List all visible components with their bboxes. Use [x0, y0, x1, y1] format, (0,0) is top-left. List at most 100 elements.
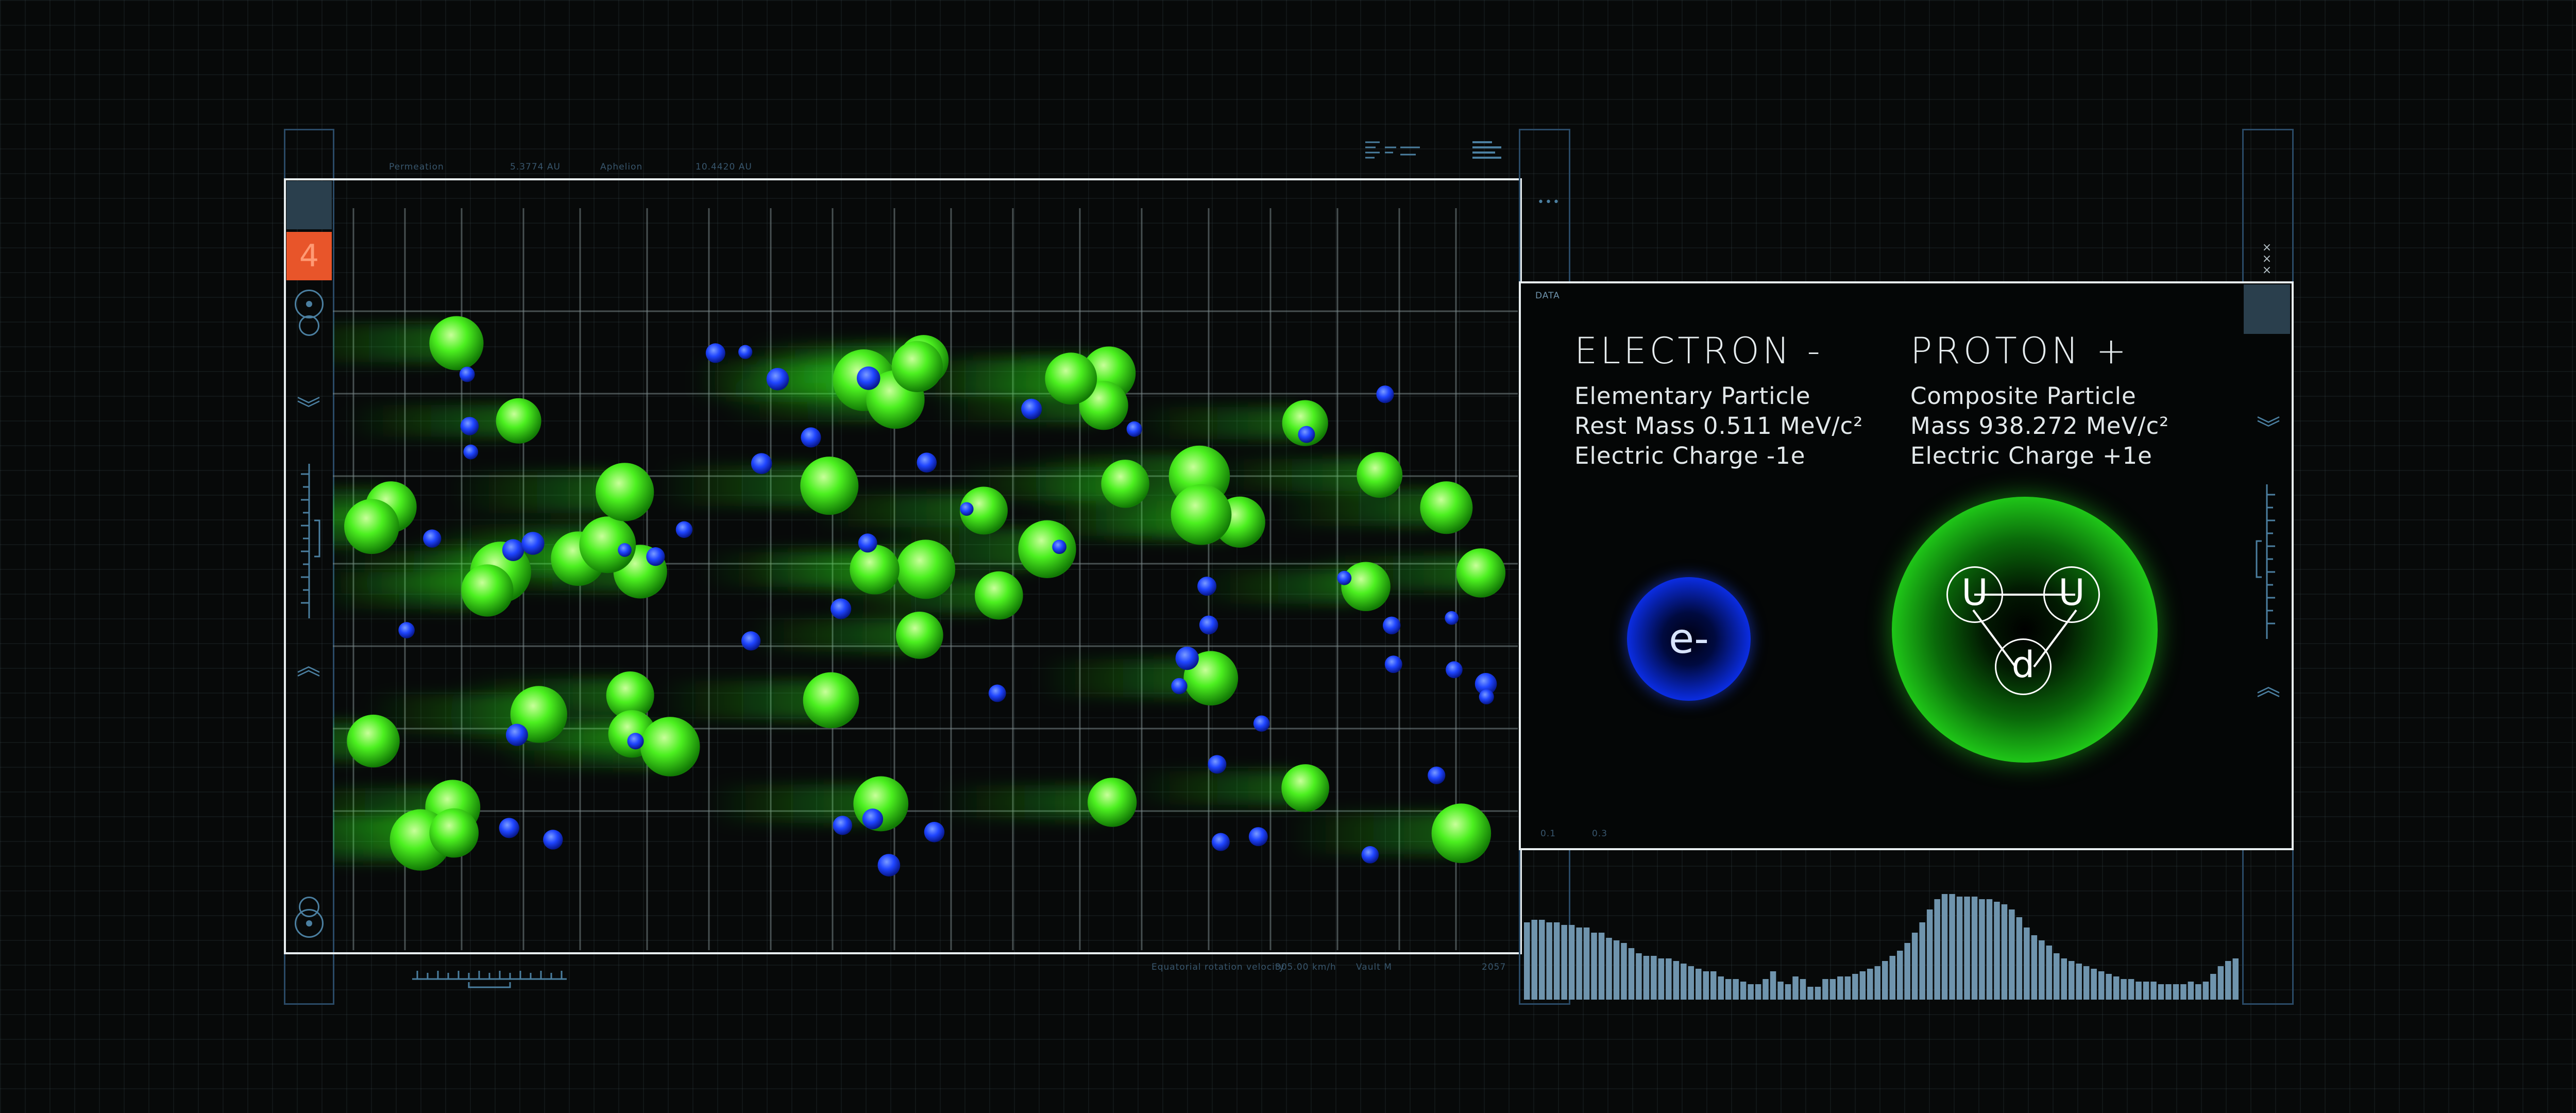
green-particle	[429, 808, 479, 858]
histogram-bar	[1539, 920, 1545, 1000]
histogram-bar	[1733, 979, 1739, 1000]
green-particle	[1341, 562, 1391, 612]
blue-particle	[705, 343, 725, 363]
blue-particle	[502, 539, 524, 561]
histogram-bar	[2128, 979, 2134, 1000]
blue-particle	[1445, 611, 1459, 625]
histogram-bar	[1666, 958, 1672, 1000]
blue-particle	[423, 529, 442, 548]
proton-charge: Electric Charge +1e	[1910, 442, 2153, 469]
histogram-bar	[1926, 909, 1933, 1000]
histogram-bar	[1867, 969, 1873, 1000]
histogram-bar	[1882, 961, 1888, 1000]
histogram-bar	[1792, 976, 1799, 1000]
blue-particle	[618, 543, 632, 557]
blue-particle	[1175, 646, 1199, 670]
green-particle	[1281, 764, 1329, 812]
histogram-bar	[2195, 984, 2201, 1000]
electron-charge: Electric Charge -1e	[1574, 442, 1806, 469]
green-particle	[1088, 778, 1137, 827]
histogram-bar	[2069, 961, 2075, 1000]
close-icon[interactable]: × × ×	[2259, 242, 2275, 276]
green-particle	[596, 463, 654, 521]
histogram-bar	[1934, 899, 1940, 1000]
histogram-bar	[1889, 956, 1895, 1000]
blue-particle	[917, 452, 937, 473]
blue-particle	[741, 631, 761, 651]
green-particle	[1171, 484, 1232, 545]
histogram-bar	[1837, 976, 1843, 1000]
footer-label-velocity: Equatorial rotation velocity	[1151, 962, 1285, 972]
histogram-bar	[2113, 976, 2120, 1000]
histogram-bar	[1568, 925, 1575, 1000]
particle-trail	[1130, 407, 1306, 440]
chevron-down-double-icon[interactable]: ︾	[297, 397, 320, 420]
green-particle	[429, 316, 484, 370]
blue-particle	[766, 367, 789, 391]
quark-up-right: U	[2043, 566, 2100, 623]
green-particle	[896, 539, 956, 599]
histogram-bar	[1643, 956, 1650, 1000]
histogram-bar	[1859, 971, 1866, 1000]
histogram-bar	[1762, 979, 1769, 1000]
histogram-bar	[2210, 974, 2216, 1000]
green-particle	[896, 611, 943, 659]
electron-type: Elementary Particle	[1574, 382, 1811, 410]
histogram-bar	[1844, 976, 1851, 1000]
rail-tab-badge[interactable]: 4	[286, 232, 332, 280]
chevron-up-double-icon[interactable]: ︽	[297, 654, 320, 678]
blue-particle	[398, 622, 415, 638]
activity-histogram	[1524, 894, 2239, 1000]
blue-particle	[1384, 655, 1402, 673]
data-chevron-down-double-icon[interactable]: ︾	[2257, 416, 2280, 440]
blue-particle	[1126, 421, 1142, 437]
green-particle	[891, 341, 943, 392]
histogram-bar	[2158, 984, 2164, 1000]
blue-particle	[1171, 678, 1188, 695]
data-tick-1: 0.3	[1592, 829, 1608, 839]
data-vertical-scale-icon	[2256, 484, 2275, 639]
blue-particle	[858, 533, 877, 553]
particle-simulation	[333, 208, 1518, 950]
histogram-bar	[2091, 969, 2097, 1000]
blue-particle	[627, 733, 644, 750]
histogram-bar	[2150, 982, 2157, 1000]
blue-particle	[505, 723, 528, 746]
histogram-bar	[1904, 943, 1910, 1000]
blue-particle	[924, 822, 945, 842]
proton-type: Composite Particle	[1910, 382, 2137, 410]
histogram-bar	[2039, 940, 2045, 1000]
histogram-bar	[1651, 956, 1657, 1000]
blue-particle	[521, 532, 545, 555]
rail-tab-blank[interactable]	[286, 181, 332, 229]
blue-particle	[1479, 689, 1494, 704]
green-particle	[800, 457, 859, 515]
blue-particle	[801, 427, 821, 448]
histogram-bar	[2016, 917, 2023, 1000]
menu-dots-icon[interactable]: •••	[1537, 196, 1561, 209]
histogram-bar	[1583, 927, 1590, 1000]
data-panel-label: DATA	[1535, 291, 1560, 301]
green-particle	[1357, 452, 1403, 498]
histogram-bar	[1703, 971, 1709, 1000]
green-particle	[496, 398, 541, 444]
footer-label-vault: Vault M	[1356, 962, 1392, 972]
particle-trail	[1130, 771, 1306, 805]
blue-particle	[1253, 715, 1270, 732]
quark-down: d	[1995, 638, 2052, 695]
particle-trail	[744, 618, 920, 652]
histogram-bar	[1613, 940, 1620, 1000]
particle-trail	[1204, 459, 1380, 491]
particle-trail	[343, 405, 519, 437]
green-particle	[1456, 548, 1506, 598]
data-panel-scroll-handle[interactable]	[2244, 284, 2290, 334]
grid-toolbar-icon[interactable]	[1364, 139, 1421, 160]
histogram-bar	[2083, 966, 2090, 1000]
data-chevron-up-double-icon[interactable]: ︽	[2257, 675, 2280, 699]
histogram-bar	[1815, 987, 1821, 1000]
proton-mass: Mass 938.272 MeV/c²	[1910, 412, 2170, 440]
blue-particle	[1361, 846, 1379, 864]
histogram-bar	[1800, 979, 1806, 1000]
blue-particle	[459, 366, 475, 382]
list-menu-icon[interactable]	[1471, 140, 1502, 159]
